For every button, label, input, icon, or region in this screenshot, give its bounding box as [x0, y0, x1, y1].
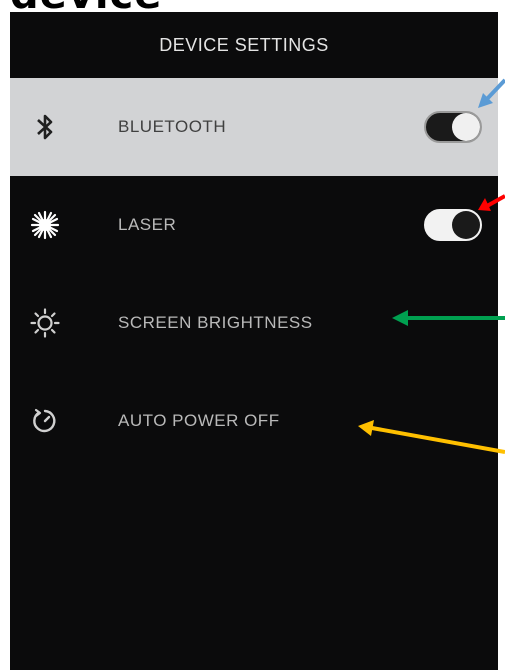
annotation-arrow-yellow [358, 420, 505, 454]
annotation-arrow-green [392, 310, 505, 326]
annotation-arrow-blue [478, 78, 505, 108]
annotation-arrow-red [478, 194, 505, 211]
annotation-overlay [358, 78, 505, 454]
